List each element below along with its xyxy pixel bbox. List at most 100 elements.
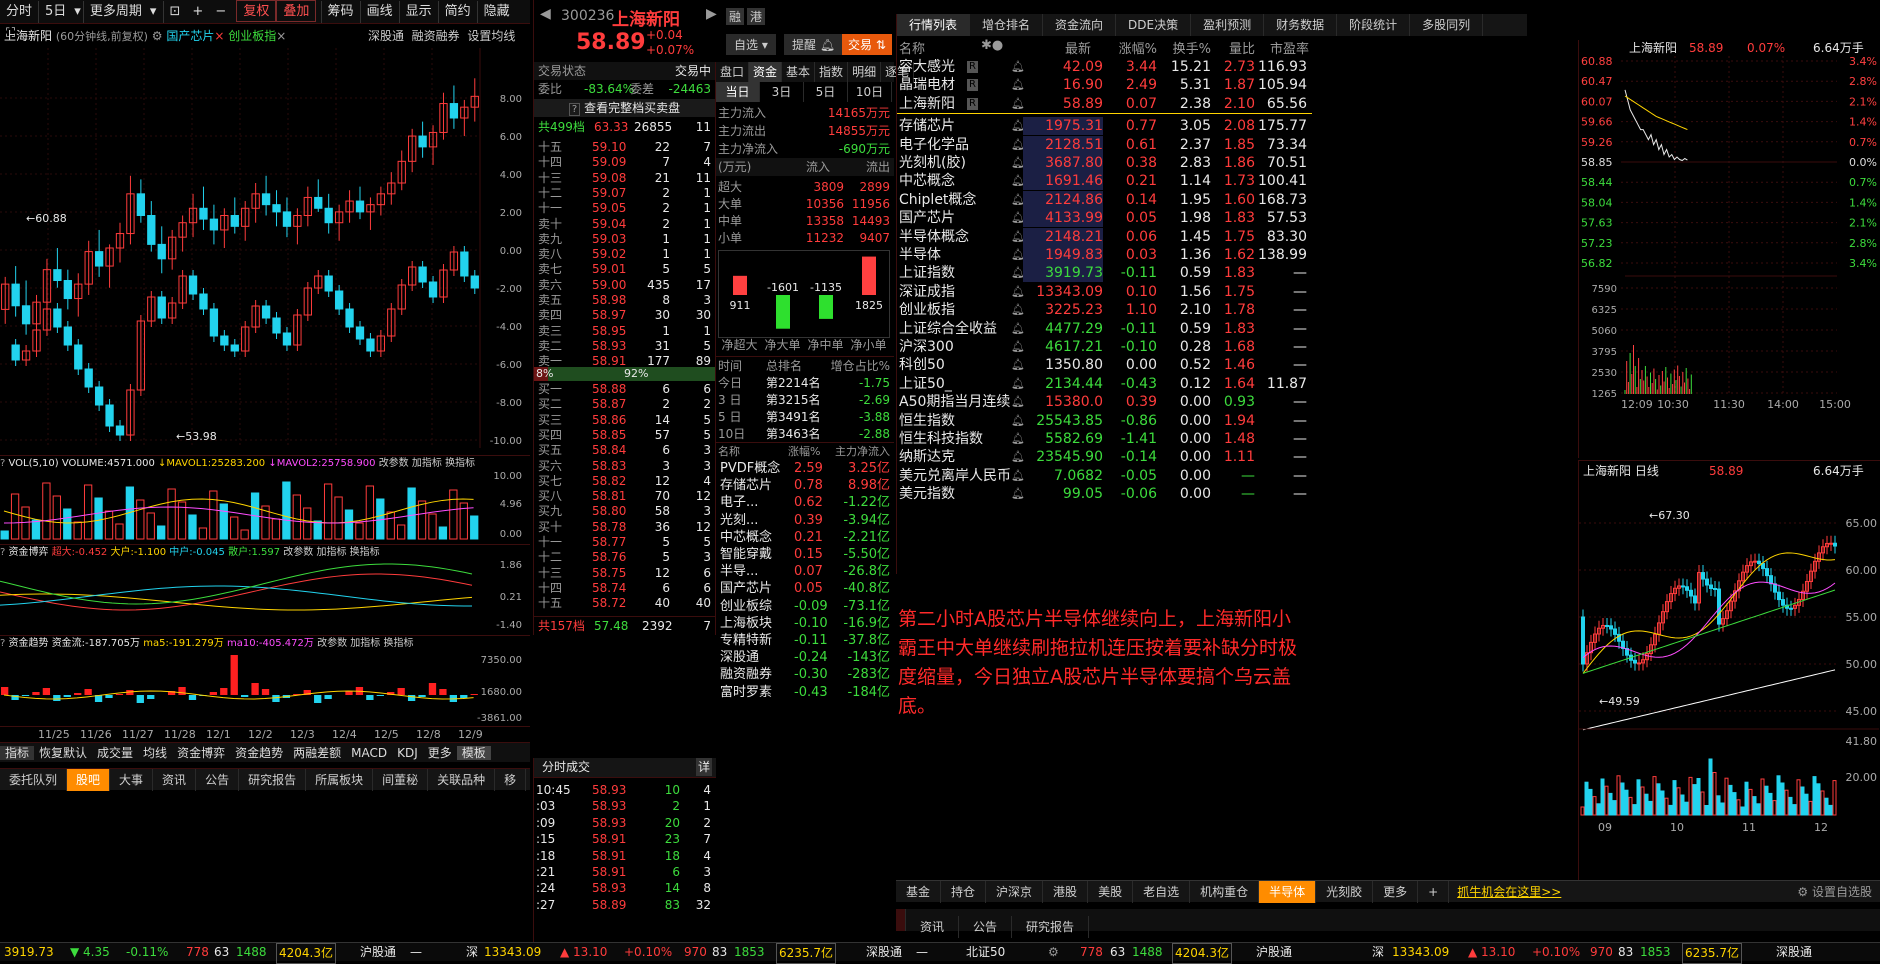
book-level[interactable]: 卖九 59.03 1 1 [534, 232, 715, 247]
funds-tab[interactable]: 明细 [848, 62, 882, 82]
mini-tab[interactable]: 资讯 [906, 916, 960, 938]
watchlist-row[interactable]: 晶瑞电材 R 🔔︎ 16.90 2.49 5.31 1.87 105.94 [897, 76, 1312, 94]
indicator-tab[interactable]: 两融差额 [288, 746, 346, 760]
watchlist-col[interactable]: 市盈率 [1257, 38, 1309, 57]
watchlist-tab[interactable]: 行情列表 [897, 14, 971, 36]
watchlist-row[interactable]: 上证综合全收益 🔔︎ 4477.29 -0.11 0.59 1.83— [897, 320, 1312, 338]
sector-row[interactable]: 存储芯片 0.78 8.98亿 [716, 477, 894, 495]
list-tab[interactable]: 持仓 [941, 881, 987, 903]
book-level[interactable]: 买六 58.83 3 3 [534, 459, 715, 474]
bottom-tab[interactable]: 间董秘 [373, 769, 429, 791]
tb-diejia[interactable]: 叠加 [276, 0, 317, 22]
gang-badge[interactable]: 港 [747, 8, 766, 25]
bottom-tab[interactable]: 委托队列 [0, 769, 68, 791]
watchlist-row[interactable]: 科创50 🔔︎ 1350.80 0.00 0.52 1.46— [897, 356, 1312, 374]
sector-row[interactable]: PVDF概念 2.59 3.25亿 [716, 460, 894, 478]
watchlist-col[interactable]: 最新 [1039, 38, 1091, 57]
tb-jianyue[interactable]: 简约 [437, 1, 477, 23]
funds-period-tab[interactable]: 5日 [804, 82, 848, 102]
sh-index[interactable]: 3919.73 [4, 943, 54, 962]
book-level[interactable]: 十三 59.08 21 11 [534, 171, 715, 186]
book-level[interactable]: 卖十 59.04 2 1 [534, 217, 715, 232]
daily-chart[interactable]: 65.00 60.00 55.00 50.00 45.00 ←67.30 ←49.59 41.… [1579, 479, 1880, 879]
help-icon[interactable]: ? [0, 458, 5, 469]
funds-period-tab[interactable]: 当日 [716, 82, 760, 102]
watchlist-tab[interactable]: 阶段统计 [1337, 14, 1411, 36]
watchlist-row[interactable]: Chiplet概念 🔔︎ 2124.86 0.14 1.95 1.60 168.73 [897, 190, 1312, 209]
sort-icon[interactable]: ✱● [981, 38, 1003, 53]
book-level[interactable]: 十二 59.07 2 1 [534, 186, 715, 201]
book-level[interactable]: 十四 59.09 7 4 [534, 155, 715, 170]
list-tab[interactable]: 沪深京 [986, 881, 1044, 903]
settings-icon[interactable]: ⚙ [152, 29, 163, 43]
bottom-tab[interactable]: 公告 [196, 769, 240, 791]
watchlist-tab[interactable]: 多股同列 [1410, 14, 1484, 36]
chevron-down-icon[interactable]: ▾ [148, 1, 159, 23]
sector-row[interactable]: 光刻... 0.39 -3.94亿 [716, 512, 894, 530]
help-icon[interactable]: ? [0, 638, 5, 649]
bottom-tab[interactable]: 股吧 [67, 769, 111, 791]
funds-tab[interactable]: 资金 [749, 62, 783, 82]
watchlist-row[interactable]: 上证指数 🔔︎ 3919.73 -0.11 0.59 1.83— [897, 264, 1312, 283]
intraday-chart[interactable]: 60.88 3.4% 60.47 2.8% 60.07 2.1% 59.66 1.4% 59.2… [1579, 56, 1880, 456]
overlay-tag-gem[interactable]: 创业板指 [228, 29, 276, 43]
kline-chart[interactable]: 8.00 6.00 4.00 2.00 0.00 -2.00 -4.00 -6.00 -8.00… [0, 48, 530, 448]
watchlist-tab[interactable]: 财务数据 [1264, 14, 1338, 36]
indicator-tab[interactable]: 指标 [0, 746, 35, 760]
bz50-label[interactable]: 北证50 [966, 943, 1005, 962]
list-tab[interactable]: 美股 [1088, 881, 1134, 903]
indicator-tab[interactable]: 模板 [456, 746, 491, 760]
book-level[interactable]: 卖三 58.95 1 1 [534, 324, 715, 339]
watchlist-row[interactable]: 纳斯达克 🔔︎ 23545.90 -0.14 0.00 1.11— [897, 448, 1312, 466]
sector-row[interactable]: 中芯概念 0.21 -2.21亿 [716, 529, 894, 547]
ct-edit[interactable]: 改参数 [317, 638, 347, 649]
ct-add[interactable]: 加指标 [350, 638, 380, 649]
link-rzrq[interactable]: 融资融券 [412, 29, 460, 43]
funds-period-tab[interactable]: 3日 [760, 82, 804, 102]
vol-add-indicator[interactable]: 加指标 [412, 458, 442, 469]
indicator-tab[interactable]: 恢复默认 [34, 746, 92, 760]
indicator-tab[interactable]: MACD [346, 746, 392, 760]
book-level[interactable]: 买九 58.80 58 3 [534, 504, 715, 519]
sector-row[interactable]: 深股通 -0.24 -143亿 [716, 649, 894, 667]
book-level[interactable]: 十一 58.77 5 5 [534, 535, 715, 550]
sz-index[interactable]: 13343.09 [484, 943, 541, 962]
watchlist-row[interactable]: 电子化学品 🔔︎ 2128.51 0.61 2.37 1.85 73.34 [897, 135, 1312, 154]
list-tab[interactable]: 基金 [896, 881, 942, 903]
book-level[interactable]: 买一 58.88 6 6 [534, 382, 715, 397]
tb-huaxian[interactable]: 画线 [359, 1, 399, 23]
tb-yincang[interactable]: 隐藏 [476, 1, 516, 23]
watchlist-row[interactable]: 上海新阳 R 🔔︎ 58.89 0.07 2.38 2.10 65.56 [897, 95, 1312, 113]
gear-icon[interactable]: ⚙ [1048, 943, 1059, 962]
tb-more-period[interactable]: 更多周期 [82, 1, 148, 23]
sector-row[interactable]: 半导... 0.07 -26.8亿 [716, 563, 894, 581]
watchlist-row[interactable]: 创业板指 🔔︎ 3225.23 1.10 2.10 1.78— [897, 301, 1312, 319]
hgt-label[interactable]: 沪股通 [360, 943, 396, 962]
chevron-down-icon[interactable]: ▾ [72, 1, 83, 23]
list-tab[interactable]: + [1418, 881, 1450, 903]
cg-edit-params[interactable]: 改参数 [283, 547, 313, 558]
watchlist-row[interactable]: 存储芯片 🔔︎ 1975.31 0.77 3.05 2.08 175.77 [897, 117, 1312, 136]
indicator-tab[interactable]: 均线 [138, 746, 172, 760]
watchlist-row[interactable]: 容大感光 R 🔔︎ 42.09 3.44 15.21 2.73 116.93 [897, 58, 1312, 76]
funds-tab[interactable]: 盘口 [716, 62, 750, 82]
book-level[interactable]: 卖五 58.98 8 3 [534, 293, 715, 308]
bottom-tab[interactable]: 关联品种 [428, 769, 496, 791]
watchlist-settings-button[interactable]: ⚙ 设置自选股 [1797, 881, 1872, 903]
watchlist-col[interactable]: 涨幅% [1105, 38, 1157, 57]
tick-detail-button[interactable]: 详 [695, 758, 712, 776]
watchlist-row[interactable]: 半导体 🔔︎ 1949.83 0.03 1.36 1.62 138.99 [897, 246, 1312, 264]
close-icon[interactable]: × [276, 29, 286, 43]
watchlist-col[interactable]: 量比 [1203, 38, 1255, 57]
list-tab[interactable]: 光刻胶 [1316, 881, 1374, 903]
promo-link[interactable]: 抓牛机会在这里>> [1449, 881, 1569, 903]
sector-row[interactable]: 上海板块 -0.10 -16.9亿 [716, 615, 894, 633]
ct-switch[interactable]: 换指标 [383, 638, 413, 649]
book-level[interactable]: 买八 58.81 70 12 [534, 489, 715, 504]
tb-fuquan[interactable]: 复权 [236, 0, 277, 22]
funds-tab[interactable]: 基本 [782, 62, 816, 82]
book-level[interactable]: 买三 58.86 14 5 [534, 413, 715, 428]
cg-switch[interactable]: 换指标 [350, 547, 380, 558]
watchlist-row[interactable]: 国产芯片 🔔︎ 4133.99 0.05 1.98 1.83 57.53 [897, 209, 1312, 228]
trade-button[interactable]: 交易 ⇅ [842, 34, 892, 55]
